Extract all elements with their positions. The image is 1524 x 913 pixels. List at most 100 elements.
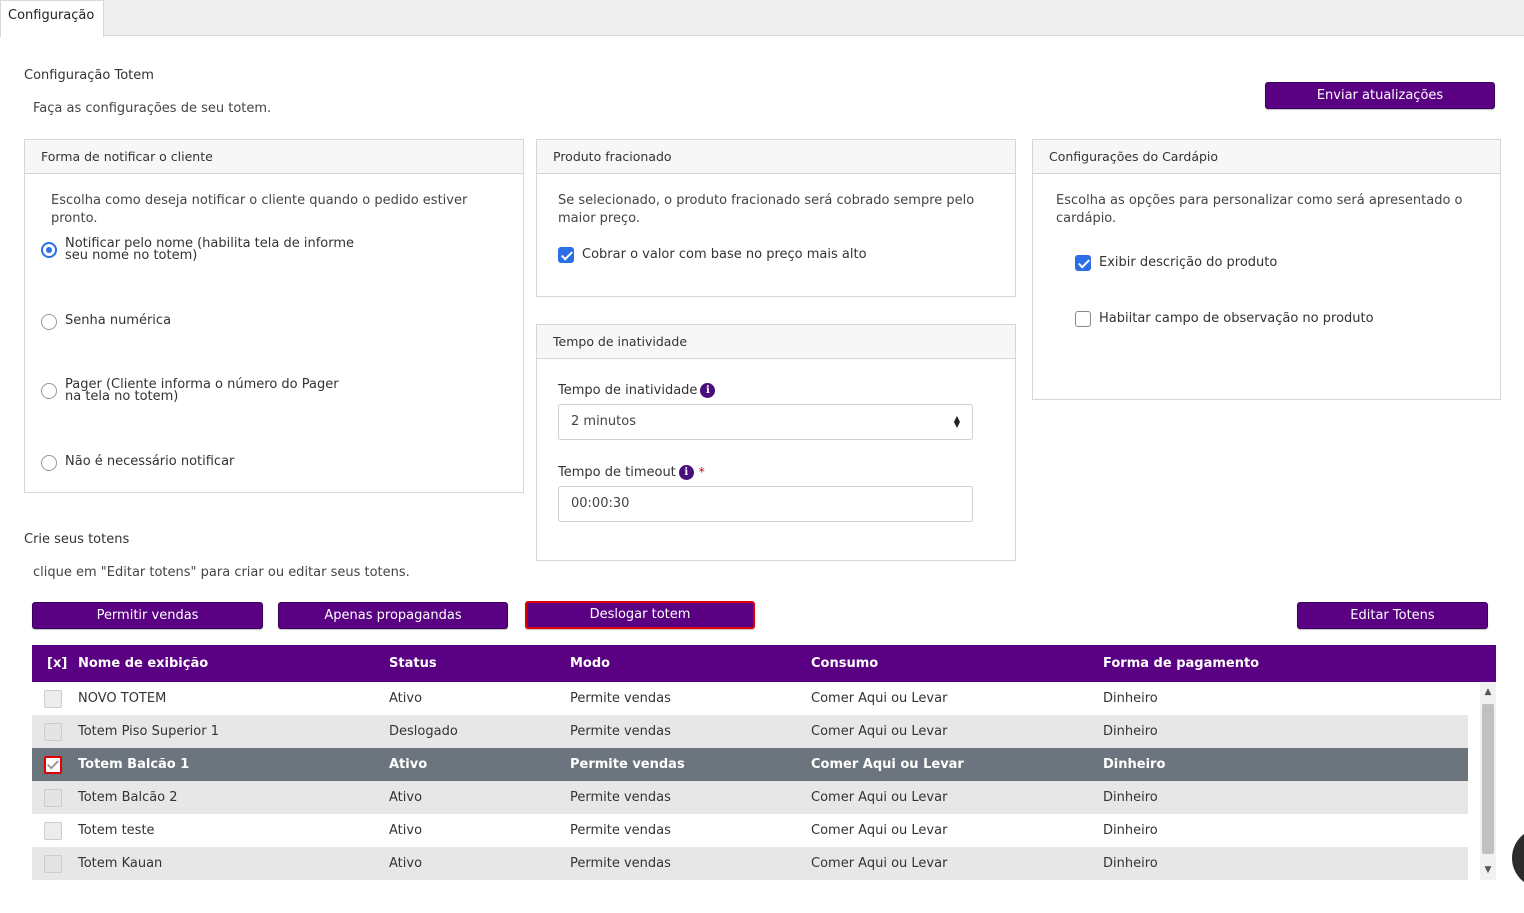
inactivity-label: Tempo de inatividade i [558,383,716,398]
cell-name: Totem Balcão 2 [78,790,178,805]
timeout-label: Tempo de timeout i * [558,465,705,480]
cell-mode: Permite vendas [570,757,685,772]
notify-panel-title: Forma de notificar o cliente [25,140,523,174]
pager-label: Pager (Cliente informa o número do Pager… [65,377,339,404]
required-marker: * [698,465,705,479]
cell-mode: Permite vendas [570,823,671,838]
numeric-password-radio[interactable] [41,314,57,330]
cell-payment: Dinheiro [1103,724,1158,739]
table-body: NOVO TOTEM Ativo Permite vendas Comer Aq… [32,682,1468,880]
inactivity-select[interactable]: 2 minutos ▲ ▼ [558,404,973,440]
inactivity-panel-title: Tempo de inatividade [537,325,1015,359]
highest-price-checkbox[interactable] [558,247,574,263]
cell-status: Ativo [389,823,423,838]
cell-payment: Dinheiro [1103,823,1158,838]
col-status[interactable]: Status [389,656,437,671]
cell-status: Ativo [389,757,428,772]
col-display-name[interactable]: Nome de exibição [78,656,208,671]
cell-status: Deslogado [389,724,458,739]
cell-status: Ativo [389,856,423,871]
show-description-label: Exibir descrição do produto [1099,255,1278,270]
table-header: [x] Nome de exibição Status Modo Consumo… [32,645,1496,682]
cell-consumption: Comer Aqui ou Levar [811,757,964,772]
cell-payment: Dinheiro [1103,691,1158,706]
highest-price-label: Cobrar o valor com base no preço mais al… [582,247,867,262]
cell-status: Ativo [389,691,423,706]
row-checkbox[interactable] [44,756,62,774]
cell-name: Totem Balcão 1 [78,757,190,772]
scroll-down-icon[interactable]: ▼ [1480,862,1496,878]
cell-name: NOVO TOTEM [78,691,167,706]
cell-mode: Permite vendas [570,790,671,805]
info-icon[interactable]: i [700,383,716,398]
table-row[interactable]: Totem teste Ativo Permite vendas Comer A… [32,814,1468,847]
logout-totem-button[interactable]: Deslogar totem [525,601,755,629]
notify-description: Escolha como deseja notificar o cliente … [51,193,468,226]
tab-bar: Configuração [0,0,1524,37]
menu-description: Escolha as opções para personalizar como… [1056,193,1463,226]
cell-mode: Permite vendas [570,691,671,706]
notify-panel: Forma de notificar o cliente Escolha com… [24,139,524,493]
row-checkbox[interactable] [44,690,62,708]
notify-by-name-radio[interactable] [41,242,57,258]
numeric-password-label: Senha numérica [65,313,172,328]
col-mode[interactable]: Modo [570,656,610,671]
cell-name: Totem Kauan [78,856,163,871]
row-checkbox[interactable] [44,723,62,741]
cell-mode: Permite vendas [570,724,671,739]
totems-table: [x] Nome de exibição Status Modo Consumo… [32,645,1496,880]
timeout-input[interactable]: 00:00:30 [558,486,973,522]
table-row[interactable]: NOVO TOTEM Ativo Permite vendas Comer Aq… [32,682,1468,715]
row-checkbox[interactable] [44,855,62,873]
fraction-panel-title: Produto fracionado [537,140,1015,174]
scroll-up-icon[interactable]: ▲ [1480,684,1496,700]
cell-mode: Permite vendas [570,856,671,871]
cell-payment: Dinheiro [1103,757,1166,772]
col-consumption[interactable]: Consumo [811,656,878,671]
cell-consumption: Comer Aqui ou Levar [811,691,948,706]
row-checkbox[interactable] [44,789,62,807]
select-all-toggle[interactable]: [x] [47,656,67,671]
observation-field-checkbox[interactable] [1075,311,1091,327]
cell-status: Ativo [389,790,423,805]
scrollbar-thumb[interactable] [1482,704,1494,854]
cell-name: Totem Piso Superior 1 [78,724,220,739]
row-checkbox[interactable] [44,822,62,840]
cell-consumption: Comer Aqui ou Levar [811,823,948,838]
table-row[interactable]: Totem Kauan Ativo Permite vendas Comer A… [32,847,1468,880]
edit-totems-button[interactable]: Editar Totens [1297,602,1488,629]
pager-radio[interactable] [41,383,57,399]
floating-widget[interactable] [1512,828,1524,888]
menu-panel-title: Configurações do Cardápio [1033,140,1500,174]
cell-consumption: Comer Aqui ou Levar [811,790,948,805]
menu-panel: Configurações do Cardápio Escolha as opç… [1032,139,1501,400]
tab-configuracao[interactable]: Configuração [0,0,104,37]
send-updates-button[interactable]: Enviar atualizações [1265,82,1495,109]
cell-payment: Dinheiro [1103,856,1158,871]
select-arrows-icon: ▲ ▼ [953,414,960,429]
table-row[interactable]: Totem Piso Superior 1 Deslogado Permite … [32,715,1468,748]
ads-only-button[interactable]: Apenas propagandas [278,602,508,629]
totems-title: Crie seus totens [24,532,130,547]
table-row-selected[interactable]: Totem Balcão 1 Ativo Permite vendas Come… [32,748,1468,781]
allow-sales-button[interactable]: Permitir vendas [32,602,263,629]
table-row[interactable]: Totem Balcão 2 Ativo Permite vendas Come… [32,781,1468,814]
page-subtitle: Faça as configurações de seu totem. [33,101,272,116]
notify-by-name-label: Notificar pelo nome (habilita tela de in… [65,236,355,263]
cell-consumption: Comer Aqui ou Levar [811,724,948,739]
table-scrollbar[interactable]: ▲ ▼ [1480,682,1496,880]
cell-name: Totem teste [78,823,155,838]
info-icon[interactable]: i [678,465,694,480]
fraction-panel: Produto fracionado Se selecionado, o pro… [536,139,1016,297]
fraction-description: Se selecionado, o produto fracionado ser… [558,193,975,226]
observation-field-label: Habiitar campo de observação no produto [1099,311,1374,326]
cell-consumption: Comer Aqui ou Levar [811,856,948,871]
show-description-checkbox[interactable] [1075,255,1091,271]
totems-subtitle: clique em "Editar totens" para criar ou … [33,565,410,580]
cell-payment: Dinheiro [1103,790,1158,805]
page-title: Configuração Totem [24,68,154,83]
no-notify-radio[interactable] [41,455,57,471]
no-notify-label: Não é necessário notificar [65,454,235,469]
col-payment[interactable]: Forma de pagamento [1103,656,1259,671]
inactivity-panel: Tempo de inatividade Tempo de inatividad… [536,324,1016,561]
